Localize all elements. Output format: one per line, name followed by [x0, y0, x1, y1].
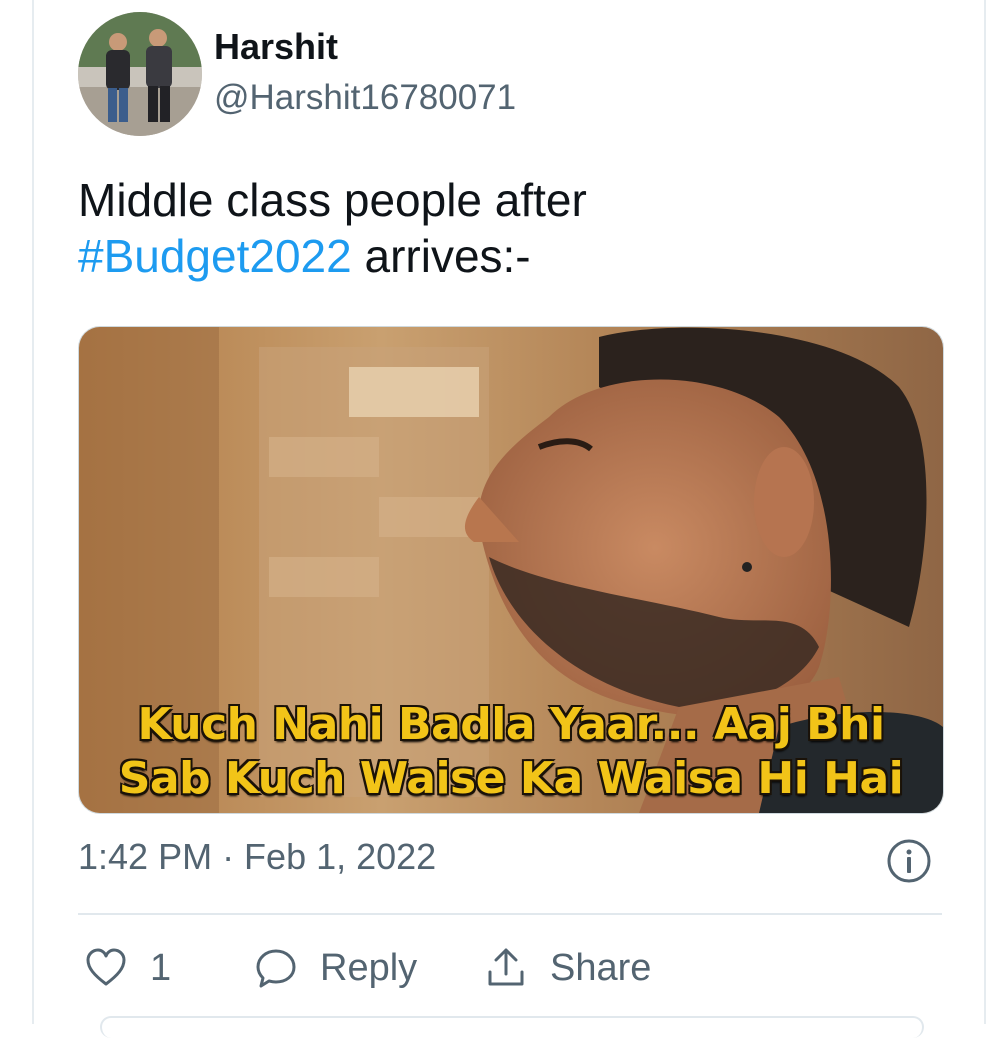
author-handle[interactable]: @Harshit16780071 — [214, 78, 516, 118]
tweet-text-before: Middle class people after — [78, 174, 587, 226]
card-border-right — [984, 0, 986, 1024]
media-caption-line1: Kuch Nahi Badla Yaar... Aaj Bhi — [137, 699, 885, 750]
bottom-element-edge — [100, 1016, 924, 1038]
author-name[interactable]: Harshit — [214, 26, 338, 68]
reply-bubble-icon — [254, 946, 298, 990]
like-button[interactable]: 1 — [84, 940, 171, 996]
divider — [78, 913, 942, 915]
tweet-text: Middle class people after #Budget2022 ar… — [78, 172, 958, 284]
hashtag-link[interactable]: #Budget2022 — [78, 230, 352, 282]
share-button[interactable]: Share — [484, 940, 651, 996]
share-icon — [484, 946, 528, 990]
tweet-text-after: arrives:- — [351, 230, 531, 282]
tweet-media[interactable]: Kuch Nahi Badla Yaar... Aaj Bhi Sab Kuch… — [78, 326, 944, 814]
like-count: 1 — [150, 946, 172, 989]
media-caption-line2: Sab Kuch Waise Ka Waisa Hi Hai — [118, 753, 904, 804]
reply-button[interactable]: Reply — [254, 940, 417, 996]
tweet-timestamp[interactable]: 1:42 PM · Feb 1, 2022 — [78, 836, 436, 878]
reply-label: Reply — [320, 946, 418, 989]
info-icon[interactable] — [886, 838, 932, 884]
heart-icon — [84, 946, 128, 990]
card-border-left — [32, 0, 34, 1024]
avatar[interactable] — [78, 12, 202, 136]
share-label: Share — [550, 946, 652, 989]
